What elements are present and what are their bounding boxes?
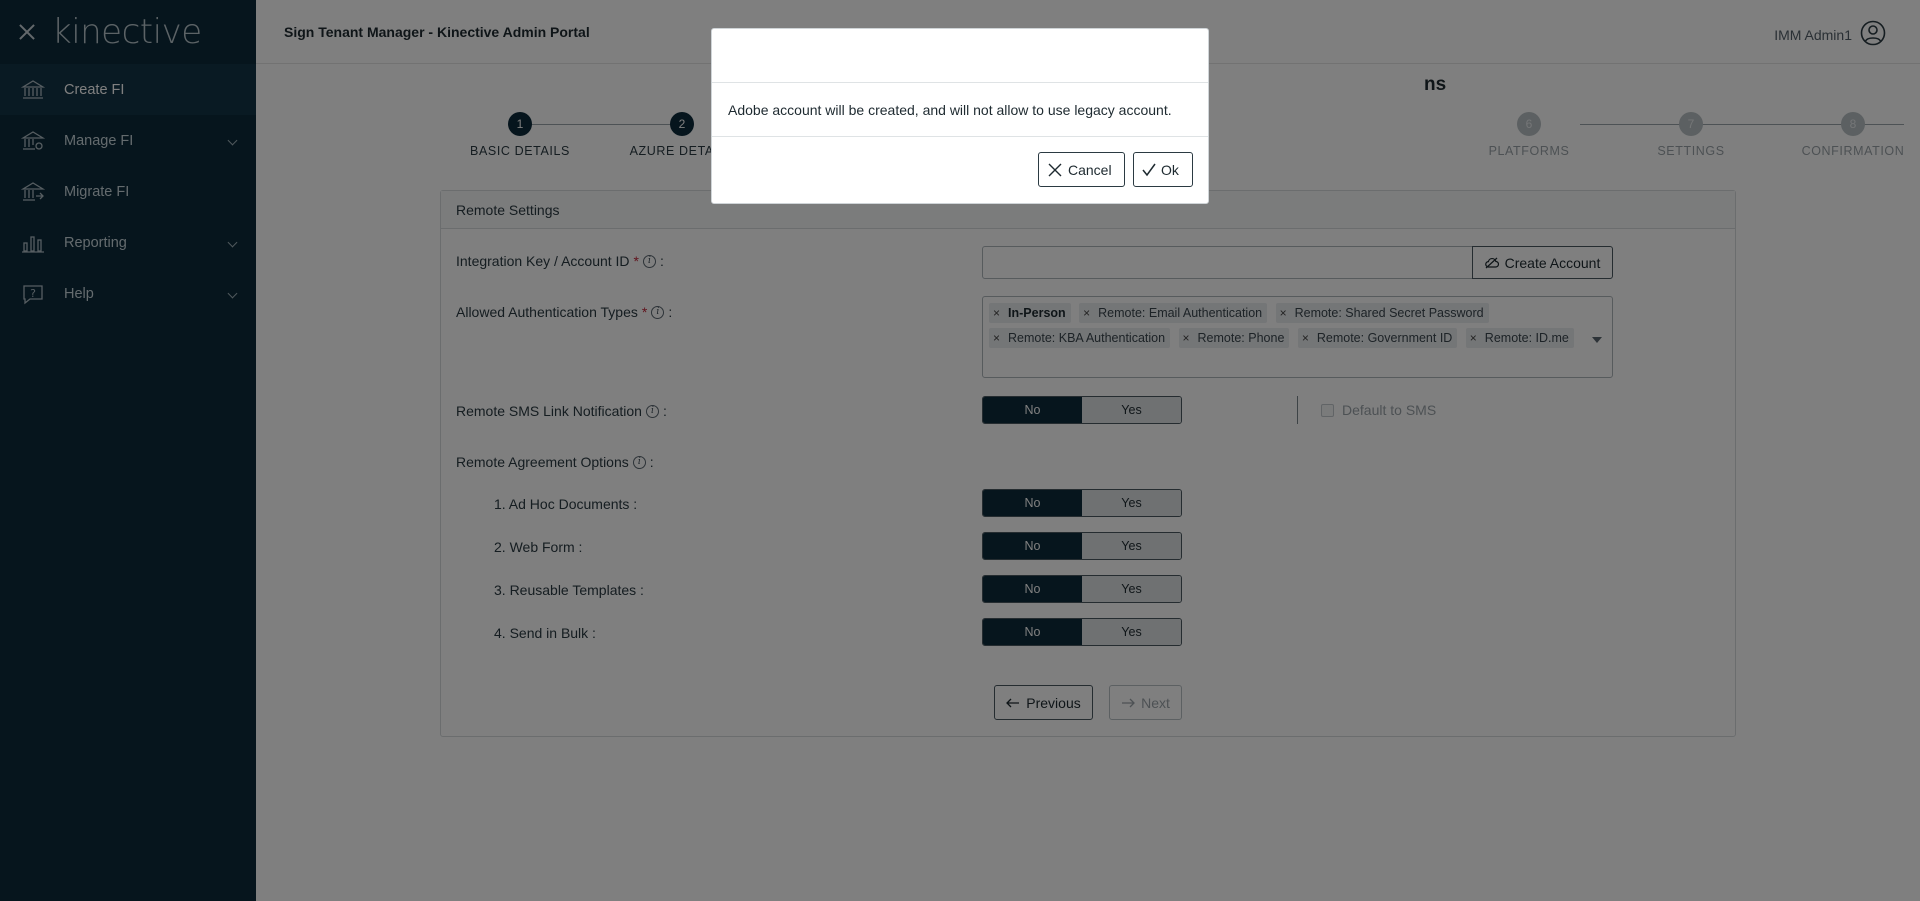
cancel-label: Cancel [1068,161,1112,178]
ok-button[interactable]: Ok [1133,152,1193,187]
close-icon [1047,162,1063,178]
checkmark-icon [1142,163,1156,177]
cancel-button[interactable]: Cancel [1038,152,1125,187]
dialog-message: Adobe account will be created, and will … [712,83,1208,137]
dialog-header [712,29,1208,83]
dialog-footer: Cancel Ok [712,137,1208,203]
confirm-dialog: Adobe account will be created, and will … [711,28,1209,204]
ok-label: Ok [1161,161,1179,178]
